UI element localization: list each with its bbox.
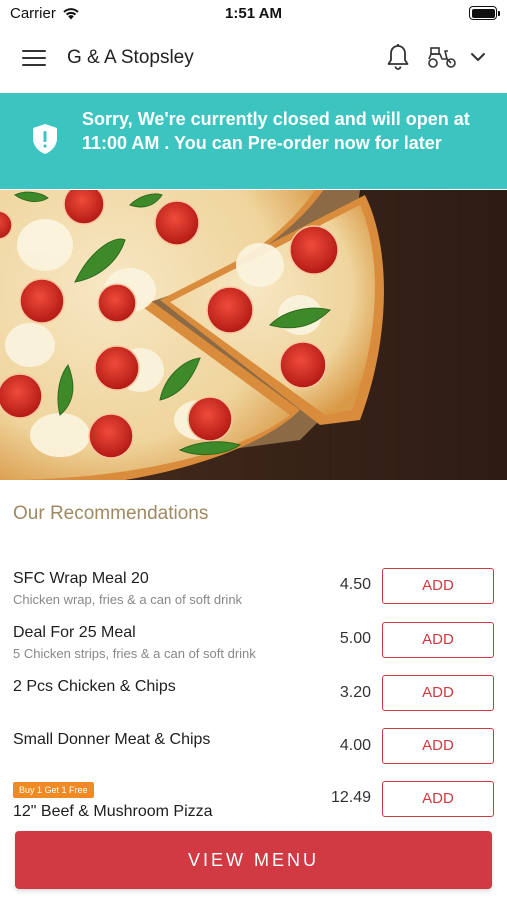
add-button[interactable]: ADD bbox=[382, 781, 494, 817]
list-item: Buy 1 Get 1 Free 12" Beef & Mushroom Piz… bbox=[0, 781, 507, 829]
item-price: 3.20 bbox=[339, 684, 371, 701]
scooter-icon[interactable] bbox=[427, 45, 457, 69]
app-header: G & A Stopsley bbox=[0, 28, 507, 92]
promo-badge: Buy 1 Get 1 Free bbox=[13, 782, 94, 798]
menu-icon[interactable] bbox=[22, 50, 46, 68]
add-button[interactable]: ADD bbox=[382, 675, 494, 711]
item-description: Chicken wrap, fries & a can of soft drin… bbox=[13, 592, 243, 607]
add-button[interactable]: ADD bbox=[382, 728, 494, 764]
hero-pizza-image bbox=[0, 190, 507, 480]
item-description: 5 Chicken strips, fries & a can of soft … bbox=[13, 646, 256, 661]
closed-banner: Sorry, We're currently closed and will o… bbox=[0, 93, 507, 189]
item-price: 4.50 bbox=[339, 576, 371, 593]
item-price: 4.00 bbox=[339, 737, 371, 754]
view-menu-button[interactable]: VIEW MENU bbox=[15, 831, 492, 889]
status-time: 1:51 AM bbox=[225, 5, 282, 22]
bell-icon[interactable] bbox=[385, 43, 411, 71]
list-item: Deal For 25 Meal 5 Chicken strips, fries… bbox=[0, 622, 507, 670]
add-button[interactable]: ADD bbox=[382, 622, 494, 658]
item-name: SFC Wrap Meal 20 bbox=[13, 570, 149, 587]
item-price: 12.49 bbox=[330, 789, 371, 806]
battery-icon bbox=[469, 6, 500, 20]
recommendations-title: Our Recommendations bbox=[13, 503, 209, 524]
list-item: 2 Pcs Chicken & Chips 3.20 ADD bbox=[0, 675, 507, 723]
item-price: 5.00 bbox=[339, 630, 371, 647]
add-button[interactable]: ADD bbox=[382, 568, 494, 604]
item-name: Small Donner Meat & Chips bbox=[13, 731, 211, 748]
item-name: 2 Pcs Chicken & Chips bbox=[13, 678, 176, 695]
chevron-down-icon[interactable] bbox=[468, 48, 488, 66]
store-name: G & A Stopsley bbox=[67, 47, 194, 68]
item-name: 12" Beef & Mushroom Pizza bbox=[13, 803, 213, 820]
status-bar: Carrier 1:51 AM bbox=[0, 0, 507, 28]
item-name: Deal For 25 Meal bbox=[13, 624, 136, 641]
list-item: Small Donner Meat & Chips 4.00 ADD bbox=[0, 728, 507, 776]
shield-alert-icon bbox=[33, 124, 57, 154]
list-item: SFC Wrap Meal 20 Chicken wrap, fries & a… bbox=[0, 568, 507, 616]
closed-message: Sorry, We're currently closed and will o… bbox=[82, 109, 470, 153]
